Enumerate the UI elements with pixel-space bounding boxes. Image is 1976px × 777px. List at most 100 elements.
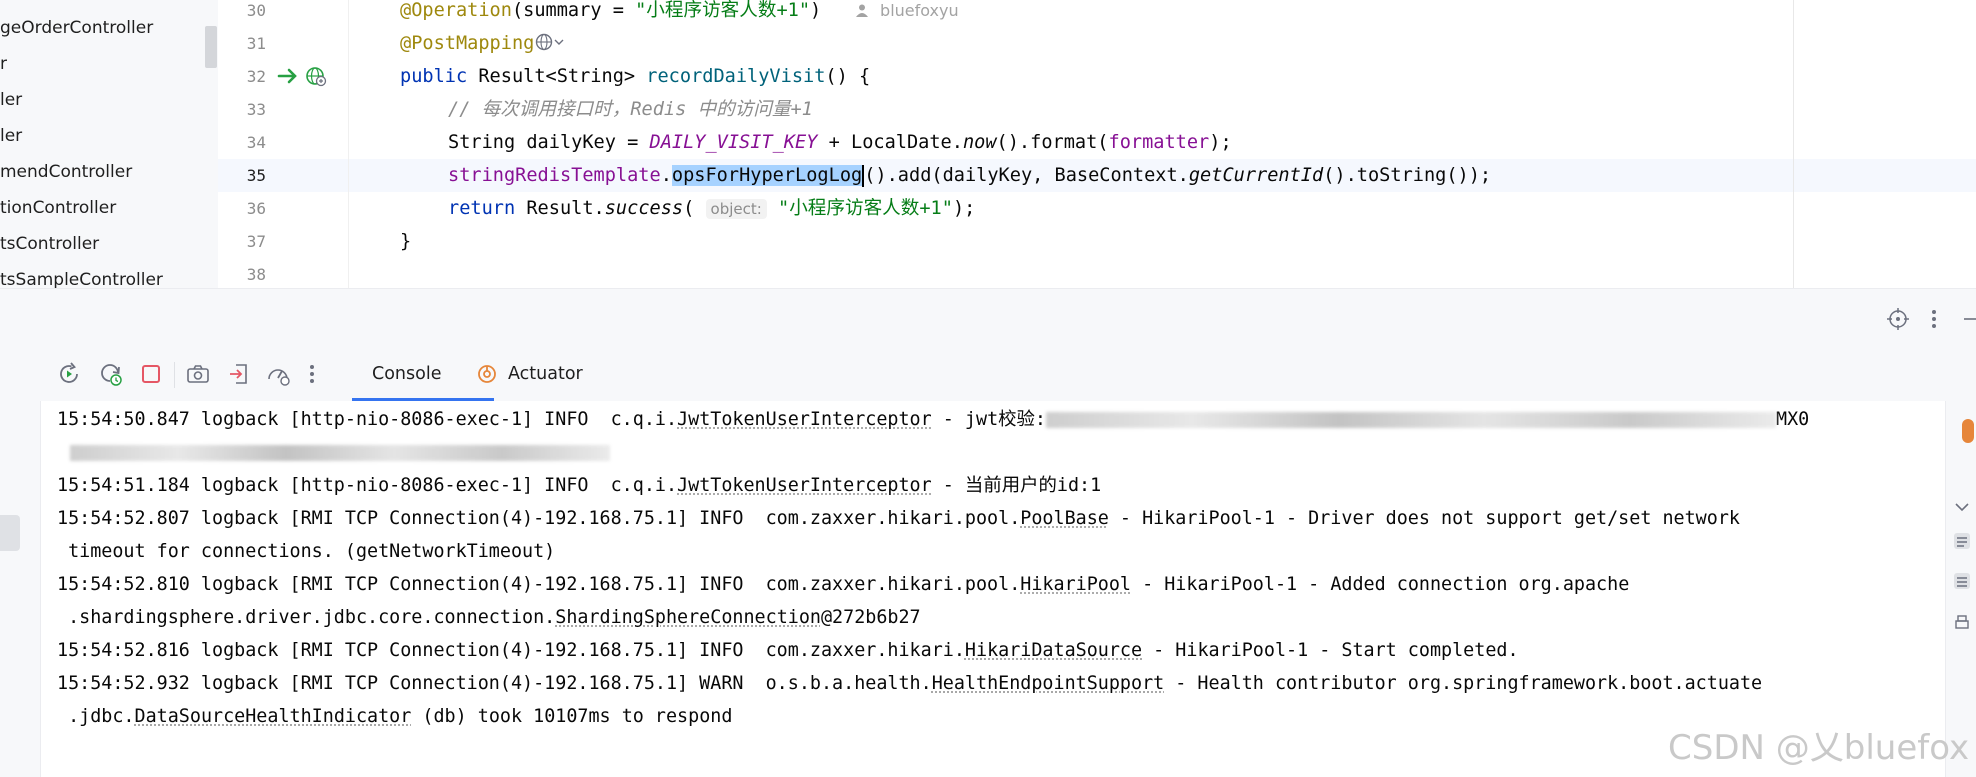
- line-number: 37: [246, 232, 266, 251]
- code-text: (: [683, 198, 695, 219]
- minimize-icon[interactable]: [1962, 307, 1976, 331]
- log-text: - HikariPool-1 - Start completed.: [1142, 640, 1519, 661]
- log-text: @272b6b27: [820, 607, 921, 628]
- console-line: 15:54:52.807 logback [RMI TCP Connection…: [57, 502, 1740, 535]
- tab-actuator[interactable]: Actuator: [508, 348, 583, 401]
- code-text: }: [400, 231, 412, 252]
- log-text: - jwt校验:: [931, 409, 1047, 430]
- tree-scrollbar[interactable]: [205, 26, 217, 68]
- static-method: success: [604, 198, 684, 219]
- code-text: ().format(: [996, 132, 1109, 153]
- run-arrow-icon[interactable]: [276, 64, 300, 88]
- code-line-34[interactable]: String dailyKey = DAILY_VISIT_KEY + Loca…: [448, 126, 1232, 159]
- code-line-30[interactable]: @Operation(summary = "小程序访客人数+1") bluefo…: [400, 0, 959, 27]
- console-side-button[interactable]: [0, 515, 20, 551]
- log-text: 15:54:52.810 logback [RMI TCP Connection…: [57, 574, 1021, 595]
- camera-icon[interactable]: [186, 362, 210, 386]
- log-class-link[interactable]: PoolBase: [1020, 508, 1109, 529]
- code-line-31[interactable]: @PostMapping: [400, 27, 568, 60]
- line-number: 34: [246, 133, 266, 152]
- tool-window-header: [0, 288, 1976, 349]
- console-line: .jdbc.DataSourceHealthIndicator (db) too…: [57, 700, 732, 733]
- log-text: .shardingsphere.driver.jdbc.core.connect…: [57, 607, 556, 628]
- code-text: (summary =: [511, 0, 636, 21]
- code-line-32[interactable]: public Result<String> recordDailyVisit()…: [400, 60, 870, 93]
- static-method: now: [962, 132, 997, 153]
- code-line-37[interactable]: }: [400, 225, 411, 258]
- restart-icon[interactable]: [99, 362, 123, 386]
- tree-item[interactable]: ler: [0, 122, 200, 150]
- code-line-33[interactable]: // 每次调用接口时，Redis 中的访问量+1: [448, 93, 813, 126]
- constant: DAILY_VISIT_KEY: [649, 132, 818, 153]
- code-text: .: [660, 165, 672, 186]
- code-text: () {: [825, 66, 871, 87]
- code-text: ().add(dailyKey, BaseContext.: [864, 165, 1189, 186]
- print-icon[interactable]: [1952, 613, 1972, 633]
- console-line: 15:54:50.847 logback [http-nio-8086-exec…: [57, 403, 1809, 436]
- line-number: 32: [246, 67, 266, 86]
- field: stringRedisTemplate: [448, 165, 661, 186]
- rerun-icon[interactable]: [57, 362, 81, 386]
- selected-text[interactable]: opsForHyperLogLog: [671, 165, 863, 186]
- more-options-icon[interactable]: [1926, 307, 1942, 331]
- console-line: 15:54:51.184 logback [http-nio-8086-exec…: [57, 469, 1101, 502]
- code-line-36[interactable]: return Result.success( object: "小程序访客人数+…: [448, 192, 975, 225]
- line-number: 31: [246, 34, 266, 53]
- log-text: - Health contributor org.springframework…: [1164, 673, 1763, 694]
- line-number: 35: [246, 166, 266, 185]
- locate-crosshair-icon[interactable]: [1886, 307, 1910, 331]
- status-indicator: [1962, 419, 1974, 443]
- console-left-strip: [0, 401, 41, 777]
- log-text: (db) took 10107ms to respond: [411, 706, 733, 727]
- soft-wrap-icon[interactable]: [1952, 531, 1972, 551]
- tree-item[interactable]: tionController: [0, 194, 200, 222]
- log-class-link[interactable]: HealthEndpointSupport: [932, 673, 1165, 694]
- scroll-to-end-icon[interactable]: [1952, 571, 1972, 591]
- annotation: @Operation: [400, 0, 512, 21]
- code-author[interactable]: bluefoxyu: [880, 1, 959, 20]
- exit-icon[interactable]: [227, 362, 251, 386]
- keyword: public: [400, 66, 468, 87]
- profiler-gauge-icon[interactable]: [266, 362, 290, 386]
- parameter-hint: object:: [705, 199, 767, 219]
- code-line-35[interactable]: stringRedisTemplate.opsForHyperLogLog ().…: [448, 159, 1491, 192]
- tree-item[interactable]: tsSampleController: [0, 266, 200, 288]
- static-method: getCurrentId: [1188, 165, 1324, 186]
- console-line: 15:54:52.810 logback [RMI TCP Connection…: [57, 568, 1629, 601]
- tree-item[interactable]: tsController: [0, 230, 200, 258]
- string-literal: "小程序访客人数+1": [635, 0, 811, 21]
- log-class-link[interactable]: ShardingSphereConnection: [555, 607, 821, 628]
- endpoint-globe-icon[interactable]: [304, 64, 328, 88]
- log-class-link[interactable]: HikariPool: [1020, 574, 1131, 595]
- code-text: );: [1209, 132, 1232, 153]
- tree-item[interactable]: mendController: [0, 158, 200, 186]
- log-text: 15:54:52.816 logback [RMI TCP Connection…: [57, 640, 965, 661]
- method-name: recordDailyVisit: [646, 66, 826, 87]
- log-class-link[interactable]: DataSourceHealthIndicator: [135, 706, 412, 727]
- watermark: CSDN @乂bluefox: [1668, 728, 1970, 768]
- tree-item[interactable]: ler: [0, 86, 200, 114]
- tree-item[interactable]: geOrderController: [0, 14, 200, 42]
- console-line: [70, 436, 610, 469]
- toolbar-separator: [174, 362, 175, 388]
- log-class-link[interactable]: JwtTokenUserInterceptor: [677, 475, 932, 496]
- code-text: Result<String>: [467, 66, 647, 87]
- console-line: 15:54:52.816 logback [RMI TCP Connection…: [57, 634, 1519, 667]
- actuator-icon: [478, 365, 496, 383]
- log-text: 15:54:51.184 logback [http-nio-8086-exec…: [57, 475, 678, 496]
- tree-item[interactable]: r: [0, 50, 200, 78]
- line-number: 30: [246, 1, 266, 20]
- tab-console[interactable]: Console: [372, 348, 441, 401]
- stop-icon[interactable]: [139, 362, 163, 386]
- code-text: String dailyKey =: [448, 132, 650, 153]
- project-tree: geOrderController r ler ler mendControll…: [0, 0, 219, 288]
- chevron-down-icon[interactable]: [1952, 497, 1972, 517]
- log-class-link[interactable]: JwtTokenUserInterceptor: [677, 409, 932, 430]
- author-user-icon: [855, 4, 868, 17]
- code-text: + LocalDate.: [817, 132, 963, 153]
- log-text: - HikariPool-1 - Added connection org.ap…: [1131, 574, 1630, 595]
- more-actions-icon[interactable]: [306, 362, 330, 386]
- annotation: @PostMapping: [400, 33, 535, 54]
- http-request-globe-icon[interactable]: [534, 32, 568, 52]
- log-class-link[interactable]: HikariDataSource: [965, 640, 1142, 661]
